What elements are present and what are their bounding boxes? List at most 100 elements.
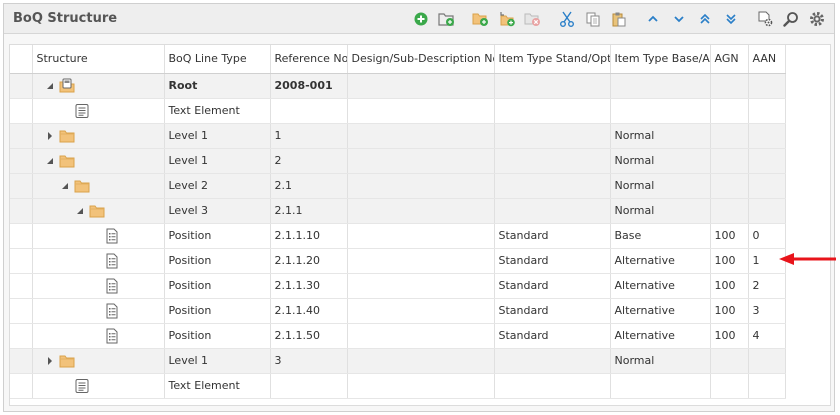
line-type-cell[interactable]: Position bbox=[164, 323, 271, 349]
stand-opt-cell[interactable] bbox=[494, 73, 611, 99]
stand-opt-cell[interactable] bbox=[494, 98, 611, 124]
structure-cell[interactable] bbox=[32, 148, 165, 174]
structure-cell[interactable] bbox=[32, 348, 165, 374]
reference-cell[interactable] bbox=[270, 98, 348, 124]
design-cell[interactable] bbox=[347, 273, 495, 299]
stand-opt-cell[interactable]: Standard bbox=[494, 298, 611, 324]
row-selector[interactable] bbox=[10, 348, 33, 374]
design-cell[interactable] bbox=[347, 323, 495, 349]
column-header-structure[interactable]: Structure bbox=[32, 45, 165, 74]
stand-opt-cell[interactable]: Standard bbox=[494, 323, 611, 349]
structure-cell[interactable] bbox=[32, 223, 165, 249]
structure-cell[interactable] bbox=[32, 273, 165, 299]
row-selector[interactable] bbox=[10, 148, 33, 174]
base-alt-cell[interactable] bbox=[610, 373, 711, 399]
row-selector[interactable] bbox=[10, 373, 33, 399]
row-selector[interactable] bbox=[10, 173, 33, 199]
agn-cell[interactable] bbox=[710, 123, 749, 149]
table-row[interactable]: Text Element bbox=[10, 373, 786, 399]
row-selector[interactable] bbox=[10, 123, 33, 149]
aan-cell[interactable] bbox=[748, 373, 786, 399]
line-type-cell[interactable]: Level 2 bbox=[164, 173, 271, 199]
design-cell[interactable] bbox=[347, 373, 495, 399]
stand-opt-cell[interactable] bbox=[494, 348, 611, 374]
table-row[interactable]: Position 2.1.1.20 Standard Alternative 100 1 bbox=[10, 248, 786, 274]
aan-cell[interactable]: 2 bbox=[748, 273, 786, 299]
base-alt-cell[interactable]: Base bbox=[610, 223, 711, 249]
reference-cell[interactable]: 2.1.1 bbox=[270, 198, 348, 224]
structure-cell[interactable] bbox=[32, 323, 165, 349]
aan-cell[interactable] bbox=[748, 98, 786, 124]
insert-subfolder-icon[interactable] bbox=[496, 8, 518, 30]
structure-cell[interactable] bbox=[32, 198, 165, 224]
new-folder-icon[interactable] bbox=[436, 8, 458, 30]
design-cell[interactable] bbox=[347, 148, 495, 174]
row-selector[interactable] bbox=[10, 323, 33, 349]
column-header-reference[interactable]: Reference No. bbox=[270, 45, 348, 74]
agn-cell[interactable] bbox=[710, 98, 749, 124]
add-circle-icon[interactable] bbox=[410, 8, 432, 30]
design-cell[interactable] bbox=[347, 348, 495, 374]
reference-cell[interactable]: 2.1.1.50 bbox=[270, 323, 348, 349]
move-down-icon[interactable] bbox=[668, 8, 690, 30]
structure-cell[interactable] bbox=[32, 123, 165, 149]
table-row[interactable]: Position 2.1.1.50 Standard Alternative 100 4 bbox=[10, 323, 786, 349]
base-alt-cell[interactable]: Normal bbox=[610, 173, 711, 199]
base-alt-cell[interactable]: Normal bbox=[610, 148, 711, 174]
aan-cell[interactable] bbox=[748, 173, 786, 199]
column-header-aan[interactable]: AAN bbox=[748, 45, 786, 74]
row-selector[interactable] bbox=[10, 273, 33, 299]
row-selector[interactable] bbox=[10, 73, 33, 99]
structure-cell[interactable] bbox=[32, 298, 165, 324]
line-type-cell[interactable]: Position bbox=[164, 298, 271, 324]
table-row[interactable]: Level 1 2 Normal bbox=[10, 148, 786, 174]
base-alt-cell[interactable]: Alternative bbox=[610, 273, 711, 299]
structure-cell[interactable] bbox=[32, 248, 165, 274]
agn-cell[interactable] bbox=[710, 173, 749, 199]
aan-cell[interactable] bbox=[748, 73, 786, 99]
reference-cell[interactable]: 2.1 bbox=[270, 173, 348, 199]
design-cell[interactable] bbox=[347, 298, 495, 324]
row-selector[interactable] bbox=[10, 223, 33, 249]
stand-opt-cell[interactable] bbox=[494, 123, 611, 149]
reference-cell[interactable]: 2.1.1.30 bbox=[270, 273, 348, 299]
move-top-icon[interactable] bbox=[694, 8, 716, 30]
agn-cell[interactable]: 100 bbox=[710, 248, 749, 274]
agn-cell[interactable] bbox=[710, 198, 749, 224]
table-row[interactable]: Position 2.1.1.30 Standard Alternative 100 2 bbox=[10, 273, 786, 299]
aan-cell[interactable]: 3 bbox=[748, 298, 786, 324]
line-type-cell[interactable]: Position bbox=[164, 248, 271, 274]
aan-cell[interactable]: 4 bbox=[748, 323, 786, 349]
aan-cell[interactable] bbox=[748, 348, 786, 374]
stand-opt-cell[interactable]: Standard bbox=[494, 273, 611, 299]
aan-cell[interactable] bbox=[748, 198, 786, 224]
line-type-cell[interactable]: Position bbox=[164, 223, 271, 249]
aan-cell[interactable] bbox=[748, 148, 786, 174]
structure-cell[interactable] bbox=[32, 73, 165, 99]
column-header-agn[interactable]: AGN bbox=[710, 45, 749, 74]
base-alt-cell[interactable]: Normal bbox=[610, 198, 711, 224]
reference-cell[interactable]: 1 bbox=[270, 123, 348, 149]
base-alt-cell[interactable]: Alternative bbox=[610, 248, 711, 274]
table-row[interactable]: Level 1 3 Normal bbox=[10, 348, 786, 374]
base-alt-cell[interactable]: Alternative bbox=[610, 323, 711, 349]
stand-opt-cell[interactable] bbox=[494, 173, 611, 199]
design-cell[interactable] bbox=[347, 98, 495, 124]
reference-cell[interactable]: 2.1.1.20 bbox=[270, 248, 348, 274]
aan-cell[interactable] bbox=[748, 123, 786, 149]
table-row[interactable]: Text Element bbox=[10, 98, 786, 124]
stand-opt-cell[interactable]: Standard bbox=[494, 223, 611, 249]
column-header-line-type[interactable]: BoQ Line Type bbox=[164, 45, 271, 74]
base-alt-cell[interactable] bbox=[610, 73, 711, 99]
design-cell[interactable] bbox=[347, 248, 495, 274]
design-cell[interactable] bbox=[347, 173, 495, 199]
table-row[interactable]: Position 2.1.1.40 Standard Alternative 100 3 bbox=[10, 298, 786, 324]
table-row[interactable]: Position 2.1.1.10 Standard Base 100 0 bbox=[10, 223, 786, 249]
line-type-cell[interactable]: Level 3 bbox=[164, 198, 271, 224]
agn-cell[interactable] bbox=[710, 373, 749, 399]
agn-cell[interactable] bbox=[710, 348, 749, 374]
design-cell[interactable] bbox=[347, 123, 495, 149]
row-selector[interactable] bbox=[10, 248, 33, 274]
expanded-triangle-icon[interactable] bbox=[75, 206, 85, 216]
line-type-cell[interactable]: Text Element bbox=[164, 98, 271, 124]
